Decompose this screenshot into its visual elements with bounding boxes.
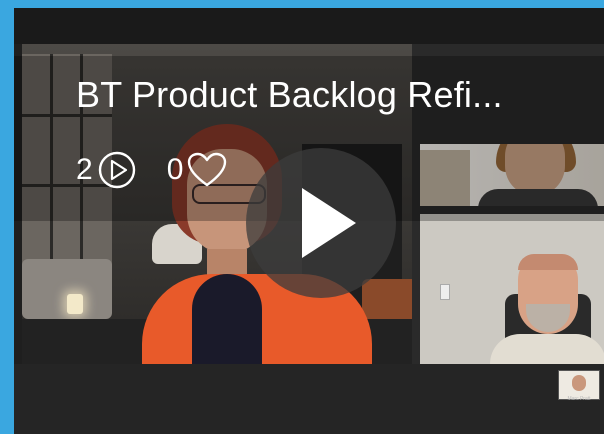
play-icon: [302, 188, 356, 258]
play-video-button[interactable]: [246, 148, 396, 298]
video-title[interactable]: BT Product Backlog Refi...: [76, 74, 576, 116]
heart-icon[interactable]: [187, 152, 227, 188]
play-circle-icon: [97, 150, 137, 190]
video-stats: 2 0: [76, 150, 227, 190]
like-count: 0: [166, 153, 184, 186]
play-count: 2: [76, 153, 93, 186]
video-info-overlay: BT Product Backlog Refi... 2 0: [0, 0, 604, 434]
